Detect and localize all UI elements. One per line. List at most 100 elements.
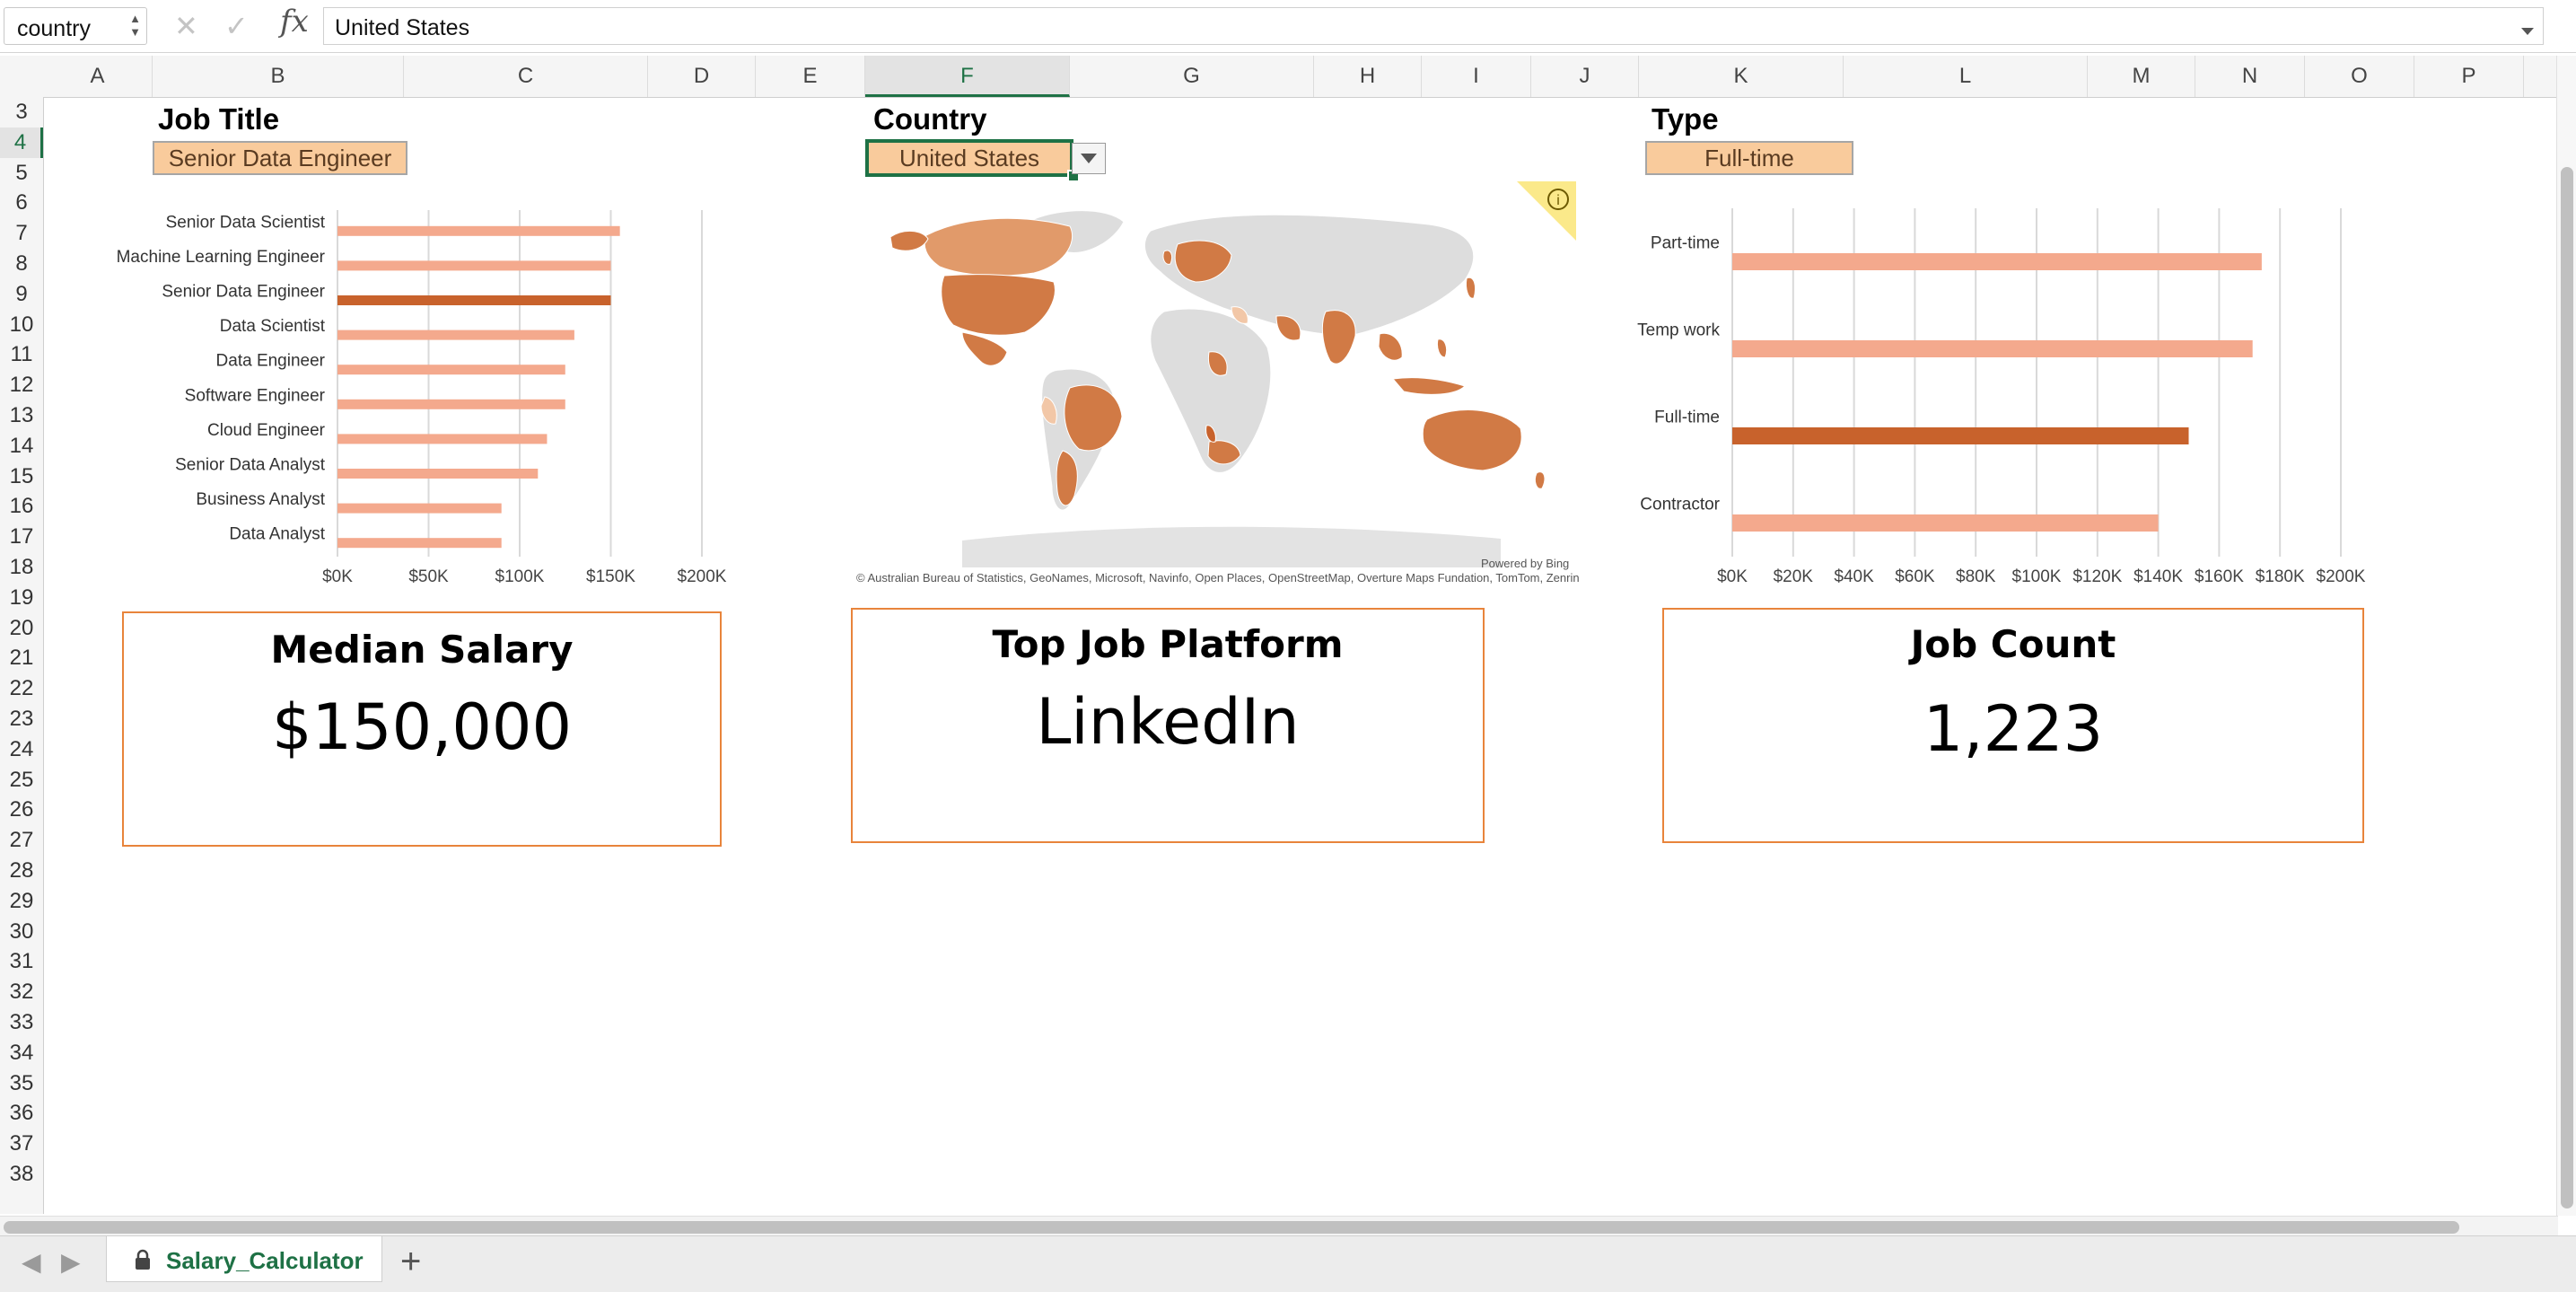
column-header-a[interactable]: A: [43, 56, 153, 97]
row-header-30[interactable]: 30: [0, 917, 43, 947]
x-tick-label: $0K: [1717, 567, 1748, 586]
row-header-12[interactable]: 12: [0, 370, 43, 400]
column-header-c[interactable]: C: [404, 56, 648, 97]
bar: [337, 295, 611, 305]
row-header-28[interactable]: 28: [0, 856, 43, 886]
x-tick-label: $40K: [1834, 567, 1874, 586]
type-selector[interactable]: Full-time: [1645, 141, 1853, 175]
column-header-i[interactable]: I: [1422, 56, 1531, 97]
map-canada: [924, 217, 1073, 277]
world-map-chart[interactable]: [854, 181, 1573, 587]
row-header-10[interactable]: 10: [0, 310, 43, 340]
vertical-scrollbar[interactable]: [2556, 56, 2576, 1216]
job-count-value: 1,223: [1923, 692, 2104, 766]
confirm-icon[interactable]: ✓: [224, 9, 249, 43]
add-sheet-button[interactable]: +: [400, 1242, 421, 1282]
sheet-tab-salary-calculator[interactable]: Salary_Calculator: [106, 1236, 382, 1282]
column-header-j[interactable]: J: [1531, 56, 1639, 97]
job-title-salary-chart-svg: $0K $50K $100K $150K $200K Senior Data Scient…: [117, 210, 727, 586]
map-philippines: [1437, 338, 1448, 358]
row-header-26[interactable]: 26: [0, 795, 43, 825]
row-header-20[interactable]: 20: [0, 613, 43, 644]
x-tick-label: $100K: [495, 567, 545, 586]
column-header-n[interactable]: N: [2195, 56, 2305, 97]
row-header-22[interactable]: 22: [0, 673, 43, 704]
map-alaska: [889, 231, 929, 251]
map-united-states: [941, 274, 1056, 336]
bar: [1732, 253, 2262, 270]
bar: [1732, 427, 2189, 444]
column-header-p[interactable]: P: [2414, 56, 2524, 97]
row-header-25[interactable]: 25: [0, 765, 43, 795]
row-header-18[interactable]: 18: [0, 552, 43, 583]
x-tick-label: $100K: [2012, 567, 2062, 586]
horizontal-scroll-thumb[interactable]: [4, 1221, 2459, 1234]
world-map-svg: [889, 210, 1546, 567]
row-header-4[interactable]: 4: [0, 127, 43, 158]
row-header-6[interactable]: 6: [0, 188, 43, 218]
row-header-3[interactable]: 3: [0, 97, 43, 127]
column-header-h[interactable]: H: [1314, 56, 1422, 97]
row-header-34[interactable]: 34: [0, 1038, 43, 1068]
column-header-m[interactable]: M: [2088, 56, 2195, 97]
row-header-11[interactable]: 11: [0, 339, 43, 370]
chevron-down-icon[interactable]: [2514, 21, 2541, 42]
row-header-21[interactable]: 21: [0, 643, 43, 673]
cancel-icon[interactable]: ✕: [174, 9, 198, 43]
row-header-37[interactable]: 37: [0, 1129, 43, 1159]
row-header-9[interactable]: 9: [0, 279, 43, 310]
name-box-stepper-icon[interactable]: ▲ ▼: [129, 12, 141, 39]
prev-sheet-icon[interactable]: ◀: [22, 1247, 41, 1277]
horizontal-scrollbar[interactable]: [0, 1216, 2558, 1236]
row-header-13[interactable]: 13: [0, 400, 43, 431]
category-label: Data Scientist: [220, 317, 326, 336]
column-header-o[interactable]: O: [2305, 56, 2414, 97]
row-header-31[interactable]: 31: [0, 946, 43, 977]
row-header-19[interactable]: 19: [0, 583, 43, 613]
job-count-card[interactable]: Job Count 1,223: [1662, 608, 2364, 843]
row-header-29[interactable]: 29: [0, 886, 43, 917]
country-selector[interactable]: United States: [865, 139, 1073, 177]
job-title-heading: Job Title: [158, 102, 280, 136]
row-header-27[interactable]: 27: [0, 825, 43, 856]
name-box[interactable]: country ▲ ▼: [4, 7, 147, 45]
row-header-17[interactable]: 17: [0, 522, 43, 552]
type-salary-chart[interactable]: $0K $20K $40K $60K $80K $100K $120K $140K $160K $…: [1607, 205, 2379, 591]
row-header-7[interactable]: 7: [0, 218, 43, 249]
next-sheet-icon[interactable]: ▶: [61, 1247, 81, 1277]
row-header-8[interactable]: 8: [0, 249, 43, 279]
formula-input[interactable]: United States: [323, 7, 2544, 45]
row-header-23[interactable]: 23: [0, 704, 43, 734]
row-header-15[interactable]: 15: [0, 461, 43, 492]
bar: [337, 330, 574, 340]
category-label: Part-time: [1651, 234, 1720, 253]
column-header-g[interactable]: G: [1070, 56, 1314, 97]
job-title-salary-chart[interactable]: $0K $50K $100K $150K $200K Senior Data Scient…: [90, 205, 745, 591]
function-icon[interactable]: fx: [280, 4, 309, 40]
map-uk: [1162, 250, 1173, 265]
row-header-35[interactable]: 35: [0, 1068, 43, 1099]
median-salary-card[interactable]: Median Salary $150,000: [122, 611, 722, 847]
row-header-14[interactable]: 14: [0, 431, 43, 461]
info-icon[interactable]: i: [1517, 181, 1576, 241]
column-header-d[interactable]: D: [648, 56, 756, 97]
column-header-b[interactable]: B: [153, 56, 404, 97]
bar: [1732, 340, 2253, 357]
map-new-zealand: [1534, 471, 1546, 489]
row-header-36[interactable]: 36: [0, 1098, 43, 1129]
row-header-32[interactable]: 32: [0, 977, 43, 1007]
row-header-16[interactable]: 16: [0, 491, 43, 522]
row-header-5[interactable]: 5: [0, 158, 43, 189]
row-header-24[interactable]: 24: [0, 734, 43, 765]
row-header-33[interactable]: 33: [0, 1007, 43, 1038]
column-header-k[interactable]: K: [1639, 56, 1844, 97]
category-label: Software Engineer: [185, 386, 326, 405]
row-header-38[interactable]: 38: [0, 1159, 43, 1190]
column-header-e[interactable]: E: [756, 56, 865, 97]
column-header-l[interactable]: L: [1844, 56, 2088, 97]
job-title-selector[interactable]: Senior Data Engineer: [153, 141, 407, 175]
column-header-f[interactable]: F: [865, 56, 1070, 97]
country-dropdown-button[interactable]: [1072, 143, 1106, 174]
vertical-scroll-thumb[interactable]: [2561, 167, 2573, 1209]
top-job-platform-card[interactable]: Top Job Platform LinkedIn: [851, 608, 1485, 843]
